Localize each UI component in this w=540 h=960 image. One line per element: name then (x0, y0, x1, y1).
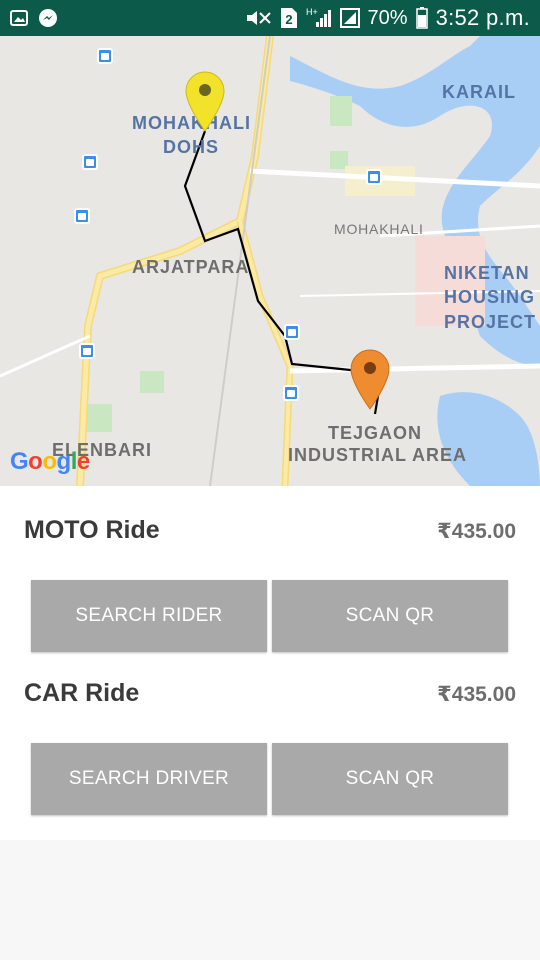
moto-scan-qr-button[interactable]: SCAN QR (272, 580, 508, 652)
battery-icon (415, 7, 428, 29)
map-label-niketan: NIKETAN (444, 263, 530, 283)
map-label-karail: KARAIL (442, 82, 516, 102)
start-location-pin-icon[interactable] (184, 71, 226, 138)
bus-stop-icon[interactable] (82, 154, 98, 170)
car-scan-qr-button[interactable]: SCAN QR (272, 743, 508, 815)
map-background (0, 36, 540, 486)
mute-icon (244, 8, 272, 28)
status-bar-right: 2 H+ 70% 3:52 p.m. (244, 5, 530, 31)
bus-stop-icon[interactable] (97, 48, 113, 64)
google-logo: Google (10, 448, 90, 475)
bus-stop-icon[interactable] (366, 169, 382, 185)
map-label-mohakhali: MOHAKHALI (334, 221, 424, 237)
map-label-tejgaon: TEJGAON (328, 423, 423, 443)
sim-badge: 2 (285, 12, 292, 27)
map-label-niketan-3: PROJECT (444, 312, 537, 332)
car-ride-price: ₹435.00 (437, 683, 516, 706)
status-bar: 2 H+ 70% 3:52 p.m. (0, 0, 540, 36)
moto-ride-header: MOTO Ride ₹435.00 (24, 516, 516, 545)
map-label-arjatpara: ARJATPARA (132, 257, 250, 277)
map-label-tejgaon-2: INDUSTRIAL AREA (288, 445, 468, 465)
map-label-niketan-2: HOUSING (444, 287, 536, 307)
moto-ride-price: ₹435.00 (437, 520, 516, 543)
car-ride-header: CAR Ride ₹435.00 (24, 679, 516, 708)
car-ride-title: CAR Ride (24, 679, 140, 707)
map-label-mohakhali-dohs-2: DOHS (163, 137, 220, 157)
status-bar-left (10, 8, 58, 28)
clock-time: 3:52 p.m. (435, 5, 530, 30)
bus-stop-icon[interactable] (283, 385, 299, 401)
bus-stop-icon[interactable] (74, 208, 90, 224)
signal-icon: H+ (306, 7, 332, 29)
bus-stop-icon[interactable] (284, 324, 300, 340)
bus-stop-icon[interactable] (79, 343, 95, 359)
network-type: H+ (306, 7, 318, 17)
sim-2-icon: 2 (280, 7, 298, 29)
moto-ride-title: MOTO Ride (24, 516, 160, 544)
search-driver-button[interactable]: SEARCH DRIVER (31, 743, 267, 815)
ride-options-panel: MOTO Ride ₹435.00 SEARCH RIDER SCAN QR C… (0, 486, 540, 840)
search-rider-button[interactable]: SEARCH RIDER (31, 580, 267, 652)
messenger-icon (38, 8, 58, 28)
gallery-icon (10, 10, 28, 26)
destination-pin-icon[interactable] (349, 349, 391, 416)
signal-2-icon (339, 8, 360, 28)
route-map[interactable]: KARAIL MOHAKHALI DOHS MOHAKHALI ARJATPAR… (0, 36, 540, 486)
battery-percent: 70% (367, 6, 408, 29)
